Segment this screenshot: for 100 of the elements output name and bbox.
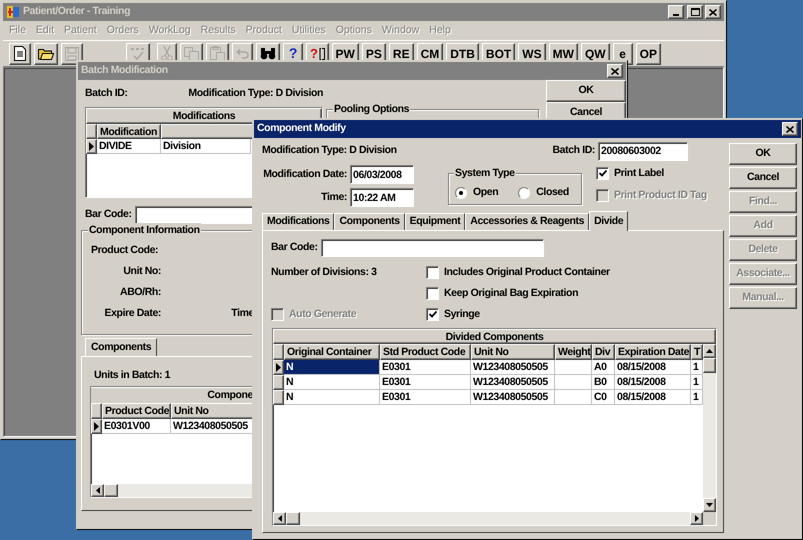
radio-button[interactable] (455, 186, 467, 199)
column-header[interactable]: Std Product Code (380, 344, 471, 360)
close-button[interactable] (782, 122, 798, 136)
app-icon (6, 5, 20, 19)
input-field[interactable]: 06/03/2008 (350, 165, 414, 184)
grid-title: Compone (91, 387, 254, 403)
bracket-icon (318, 48, 325, 60)
scrollbar[interactable] (703, 344, 716, 512)
table-cell: E0301 (380, 375, 471, 390)
checkbox[interactable] (426, 266, 439, 279)
field-label: Product Code: (91, 242, 158, 258)
checkbox[interactable] (426, 308, 439, 321)
column-header[interactable]: Unit No (171, 403, 254, 419)
column-header[interactable]: Original Container (284, 344, 380, 360)
radio-label: Open (473, 185, 498, 200)
up-arrow-icon (706, 349, 713, 353)
table-cell (555, 360, 592, 375)
input-field[interactable]: 10:22 AM (350, 188, 414, 207)
column-header[interactable]: Expiration Date (615, 344, 691, 360)
radio-label: Closed (536, 185, 569, 200)
question-mark: ? (310, 44, 318, 63)
tab[interactable]: Accessories & Reagents (465, 213, 590, 230)
table-cell (555, 375, 592, 390)
dialog-button[interactable]: Cancel (729, 167, 797, 189)
field-label: Unit No: (122, 264, 161, 279)
tab[interactable]: Components (85, 338, 158, 356)
folder-icon (38, 47, 54, 60)
minimize-button[interactable] (668, 5, 684, 19)
scroll-left-button[interactable] (91, 484, 104, 497)
window-title: Component Modify (257, 121, 347, 136)
left-arrow-icon (278, 515, 282, 522)
scrollbar-corner (703, 512, 716, 525)
close-icon (709, 8, 717, 16)
toolbar-button[interactable]: OP (636, 42, 661, 64)
dialog-button[interactable]: OK (729, 143, 797, 165)
input-field[interactable]: 20080603002 (598, 142, 688, 160)
scrollbar-thumb[interactable] (703, 358, 716, 373)
input-field[interactable] (321, 239, 544, 257)
toolbar-button[interactable] (9, 42, 31, 64)
binoculars-icon (260, 47, 276, 60)
field-label: Time: (320, 190, 348, 205)
table-cell: Division (161, 139, 251, 154)
scroll-down-button[interactable] (703, 498, 716, 512)
close-icon (611, 68, 619, 74)
spell-check-icon (130, 46, 146, 60)
clipboard-icon (210, 46, 225, 61)
checkbox[interactable] (426, 287, 439, 300)
row-header[interactable] (91, 419, 102, 434)
table-cell: 08/15/2008 (615, 360, 691, 375)
modification-type: Modification Type: D Division (188, 86, 323, 99)
table-cell: W123408050505 (471, 375, 555, 390)
checkbox[interactable] (596, 167, 609, 180)
scrollbar[interactable] (273, 512, 716, 525)
tab[interactable]: Modifications (262, 213, 334, 230)
scroll-left-button[interactable] (273, 512, 286, 525)
row-pointer-icon (94, 422, 99, 431)
table-cell: E0301 (380, 390, 471, 405)
row-header[interactable] (273, 360, 284, 375)
down-arrow-icon (706, 503, 713, 507)
table-cell: E0301V00 (102, 419, 171, 434)
scroll-right-button[interactable] (690, 512, 703, 525)
table-cell: B0 (592, 375, 615, 390)
close-button[interactable] (705, 5, 721, 19)
tab[interactable]: Divide (589, 211, 628, 231)
column-header[interactable]: Unit No (471, 344, 555, 360)
table-cell: A0 (592, 360, 615, 375)
scroll-up-button[interactable] (703, 344, 716, 358)
table-cell: E0301 (380, 360, 471, 375)
field-label: Bar Code: (271, 240, 319, 256)
column-header[interactable]: Modification (97, 124, 161, 139)
scrollbar-thumb[interactable] (286, 512, 300, 525)
dialog-button[interactable]: OK (546, 80, 626, 102)
scissors-icon (161, 46, 173, 61)
tab[interactable]: Components (334, 213, 405, 230)
row-header[interactable] (273, 375, 284, 390)
scrollbar-thumb[interactable] (104, 484, 118, 497)
row-header[interactable] (273, 390, 284, 405)
table-cell: N (284, 375, 380, 390)
maximize-icon (690, 8, 700, 16)
column-header[interactable]: Div (592, 344, 615, 360)
scrollbar[interactable] (91, 484, 254, 497)
field-label: ABO/Rh: (119, 284, 161, 300)
row-header[interactable] (86, 139, 97, 154)
close-button[interactable] (607, 64, 623, 78)
table-cell: C0 (592, 390, 615, 405)
radio-button[interactable] (518, 186, 530, 199)
window-title: Batch Modification (81, 63, 169, 78)
toolbar-button[interactable] (34, 42, 58, 64)
column-header[interactable]: T (691, 344, 703, 360)
table-cell: N (284, 390, 380, 405)
grid-title: Divided Components (273, 329, 716, 344)
tab[interactable]: Equipment (404, 213, 466, 230)
row-pointer-icon (276, 363, 281, 372)
maximize-button[interactable] (687, 5, 703, 19)
column-header[interactable]: Product Code (102, 403, 171, 419)
checkbox-label: Print Label (614, 166, 664, 181)
close-icon (786, 126, 794, 132)
column-header[interactable]: Weight (555, 344, 592, 360)
table-cell: W123408050505 (471, 390, 555, 405)
division-count: Number of Divisions: 3 (271, 265, 378, 280)
